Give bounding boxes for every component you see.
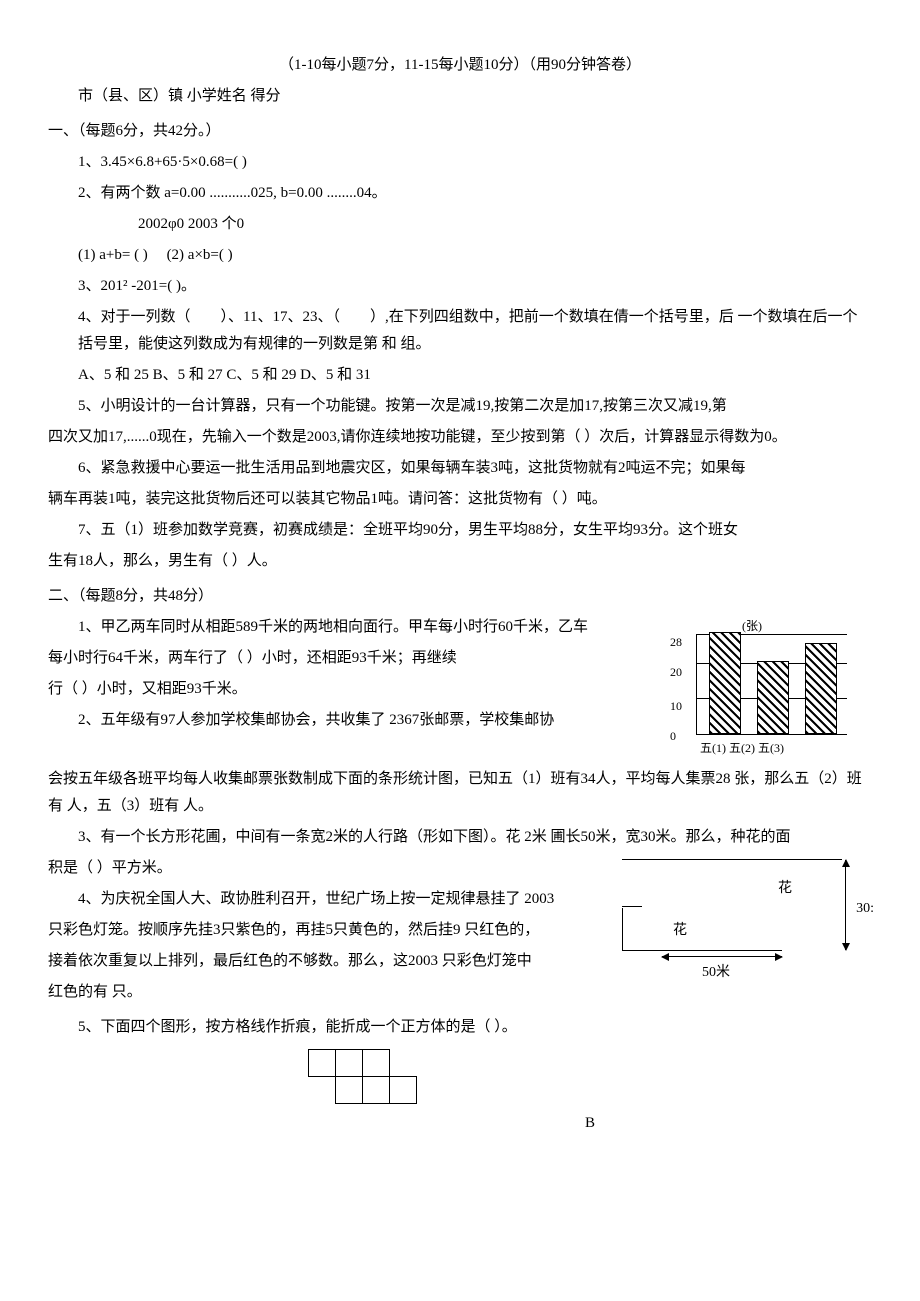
q1-2b: 2002φ0 2003 个0 [48,211,872,238]
q1-7a: 7、五（1）班参加数学竞赛，初赛成绩是：全班平均90分，男生平均88分，女生平均… [48,517,872,544]
bar-class2 [757,661,789,734]
q1-7b: 生有18人，那么，男生有（ ）人。 [48,548,872,575]
info-line: 市（县、区）镇 小学姓名 得分 [48,83,872,110]
q1-2c: (1) a+b= ( ) (2) a×b=( ) [48,242,872,269]
q1-2c-2: (2) a×b=( ) [167,247,233,263]
q2-5: 5、下面四个图形，按方格线作折痕，能折成一个正方体的是（ ）。 [48,1014,872,1041]
ytick-10: 10 [670,696,682,718]
q1-5b: 四次又加17,......0现在，先输入一个数是2003,请你连续地按功能键，至… [48,424,872,451]
bar-class3 [805,643,837,734]
q1-6b: 辆车再装1吨，装完这批货物后还可以装其它物品1吨。请问答：这批货物有（ ）吨。 [48,486,872,513]
q1-2a: 2、有两个数 a=0.00 ...........025, b=0.00 ...… [48,180,872,207]
exam-subtitle: （1-10每小题7分，11-15每小题10分）（用90分钟答卷） [48,52,872,79]
section-1-title: 一、（每题6分，共42分。） [48,118,872,145]
chart-plot-area [696,634,847,735]
net-label-b: B [308,1110,872,1137]
cube-net-figure: B [308,1049,872,1137]
q2-2b: 会按五年级各班平均每人收集邮票张数制成下面的条形统计图，已知五（1）班有34人，… [48,766,872,820]
q1-5a: 5、小明设计的一台计算器，只有一个功能键。按第一次是减19,按第二次是加17,按… [48,393,872,420]
q1-3: 3、201² -201=( )。 [48,273,872,300]
flower-label-top: 花 [778,876,792,901]
bar-class1 [709,632,741,734]
flower-figure: 花 花 30: 50米 [622,859,842,990]
q1-4b: A、5 和 25 B、5 和 27 C、5 和 29 D、5 和 31 [48,362,872,389]
ytick-0: 0 [670,726,676,748]
ytick-20: 20 [670,662,682,684]
q1-2c-1: (1) a+b= ( ) [78,247,148,263]
q2-3a: 3、有一个长方形花圃，中间有一条宽2米的人行路（形如下图）。花 2米 圃长50米… [48,824,872,851]
flower-dim-right: 30: [856,896,874,921]
chart-xlabels: 五(1) 五(2) 五(3) [700,738,784,760]
q1-1: 1、3.45×6.8+65·5×0.68=( ) [48,149,872,176]
flower-label-bottom: 花 [673,918,687,943]
q1-6a: 6、紧急救援中心要运一批生活用品到地震灾区，如果每辆车装3吨，这批货物就有2吨运… [48,455,872,482]
ytick-28: 28 [670,632,682,654]
bar-chart-figure: (张) 28 20 10 0 五(1) 五(2) 五(3) [692,618,872,758]
q1-4a: 4、对于一列数（ ）、11、17、23、（ ）,在下列四组数中，把前一个数填在倩… [48,304,872,358]
section-2-title: 二、（每题8分，共48分） [48,583,872,610]
flower-dim-bottom: 50米 [702,960,730,985]
